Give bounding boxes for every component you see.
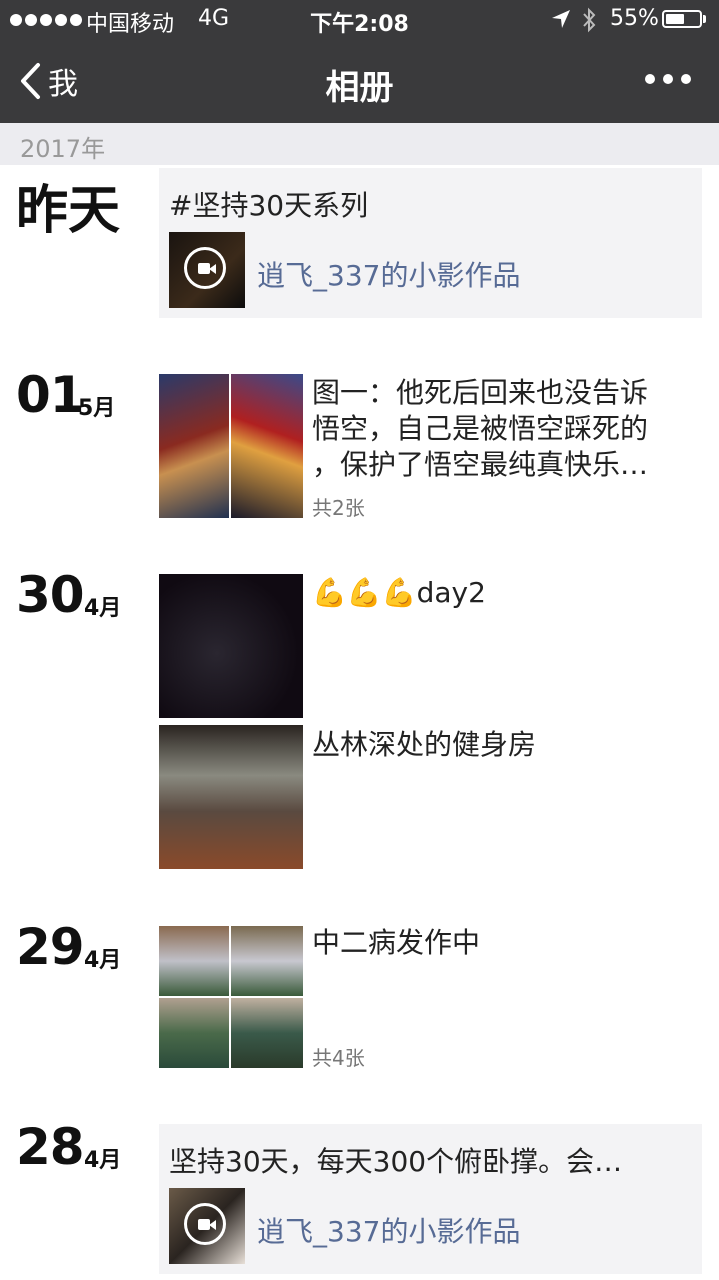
- flexed-biceps-emoji: 💪💪💪: [312, 576, 417, 609]
- battery-icon: [662, 10, 702, 28]
- entry-day: 30: [16, 566, 85, 624]
- video-link[interactable]: 逍飞_337的小影作品: [257, 254, 520, 294]
- photo-thumbnail[interactable]: [159, 725, 303, 869]
- entry-day: 01: [16, 366, 85, 424]
- more-options-button[interactable]: [645, 74, 691, 84]
- more-dot: [681, 74, 691, 84]
- entry-month: 4月: [84, 948, 122, 973]
- location-arrow-icon: [552, 10, 570, 28]
- top-bar: 中国移动 4G 下午2:08 55% 我 相册: [0, 0, 719, 123]
- video-play-icon: [184, 247, 226, 289]
- photo-thumbnail[interactable]: [231, 374, 303, 518]
- card-text: #坚持30天系列: [169, 189, 369, 222]
- status-bar: 中国移动 4G 下午2:08 55%: [0, 0, 719, 40]
- battery-percent: 55%: [610, 6, 659, 31]
- photo-thumbnail[interactable]: [231, 998, 303, 1068]
- page-title: 相册: [325, 68, 394, 108]
- photo-count: 共4张: [312, 1046, 365, 1070]
- video-share-card[interactable]: #坚持30天系列 逍飞_337的小影作品: [159, 168, 702, 318]
- video-link[interactable]: 逍飞_337的小影作品: [257, 1210, 520, 1250]
- year-header: 2017年: [0, 123, 719, 165]
- photo-count: 共2张: [312, 496, 365, 520]
- photo-thumbnail[interactable]: [159, 574, 303, 718]
- video-thumbnail: [169, 1188, 245, 1264]
- card-text: 坚持30天，每天300个俯卧撑。会…: [169, 1145, 623, 1178]
- more-dot: [663, 74, 673, 84]
- photo-thumbnail[interactable]: [159, 998, 229, 1068]
- photo-thumbnail[interactable]: [159, 374, 229, 518]
- video-thumbnail: [169, 232, 245, 308]
- entry-text: 丛林深处的健身房: [312, 728, 537, 761]
- entry-month: 5月: [78, 396, 116, 421]
- entry-text-line: 悟空，自己是被悟空踩死的: [312, 412, 649, 445]
- entry-day: 29: [16, 918, 85, 976]
- entry-month: 4月: [84, 1148, 122, 1173]
- entry-month: 4月: [84, 596, 122, 621]
- bluetooth-icon: [583, 7, 596, 33]
- entry-text: 中二病发作中: [312, 926, 481, 959]
- more-dot: [645, 74, 655, 84]
- navigation-bar: 我 相册: [0, 40, 719, 123]
- photo-thumbnail[interactable]: [159, 926, 229, 996]
- entry-day: 28: [16, 1118, 85, 1176]
- photo-thumbnail[interactable]: [231, 926, 303, 996]
- entry-text: 💪💪💪day2: [312, 576, 486, 609]
- year-label: 2017年: [20, 135, 106, 163]
- entry-text-line: 图一：他死后回来也没告诉: [312, 376, 649, 409]
- entry-date-yesterday: 昨天: [16, 181, 121, 241]
- video-play-icon: [184, 1203, 226, 1245]
- entry-text-line: ，保护了悟空最纯真快乐…: [312, 448, 649, 481]
- video-share-card[interactable]: 坚持30天，每天300个俯卧撑。会… 逍飞_337的小影作品: [159, 1124, 702, 1274]
